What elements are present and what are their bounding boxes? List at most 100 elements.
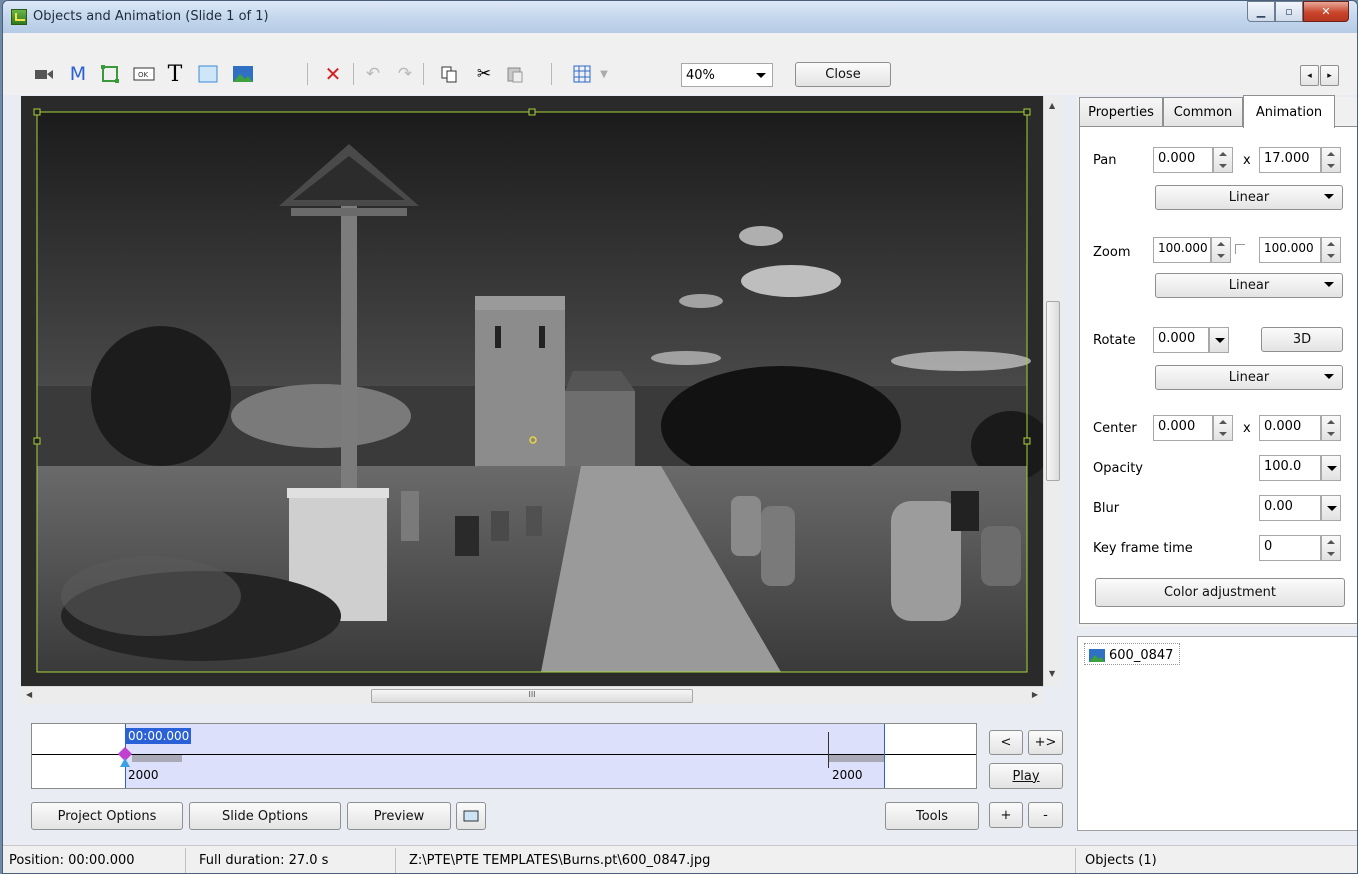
panel-left-button[interactable]: ◂ (1300, 65, 1319, 86)
grid-dropdown-icon[interactable]: ▼ (597, 62, 611, 86)
center-label: Center (1093, 421, 1137, 436)
status-position: Position: 00:00.000 (9, 853, 135, 868)
current-time: 00:00.000 (126, 728, 192, 744)
redo-icon[interactable]: ↷ (393, 62, 417, 86)
panel-right-button[interactable]: ▸ (1320, 65, 1339, 86)
timeline[interactable]: 00:00.000 2000 2000 (31, 723, 977, 789)
button-icon[interactable]: OK (131, 62, 157, 86)
title-bar[interactable]: Objects and Animation (Slide 1 of 1) ▁ ▫… (3, 1, 1357, 33)
vertical-scrollbar[interactable]: ▲ ▼ (1043, 96, 1061, 686)
prev-keyframe-button[interactable]: < (989, 730, 1023, 755)
rotate-interpolation-select[interactable]: Linear (1155, 365, 1343, 390)
zoom-x-spinner[interactable] (1211, 237, 1231, 263)
play-button[interactable]: Play (989, 763, 1063, 789)
cut-icon[interactable]: ✂ (473, 62, 495, 86)
pan-x-spinner[interactable] (1213, 147, 1233, 173)
color-adjustment-button[interactable]: Color adjustment (1095, 578, 1345, 607)
tab-animation[interactable]: Animation (1243, 95, 1335, 128)
pan-mode-value: Linear (1228, 190, 1270, 205)
slide-options-button[interactable]: Slide Options (189, 802, 341, 830)
chevron-down-icon (1324, 194, 1334, 199)
zoom-link-checkbox[interactable] (1235, 244, 1245, 254)
minimize-button[interactable]: ▁ (1247, 1, 1275, 22)
project-options-button[interactable]: Project Options (31, 802, 183, 830)
close-icon: ✕ (1321, 5, 1331, 18)
keyframe-time-input[interactable]: 0 (1259, 535, 1321, 561)
pan-interpolation-select[interactable]: Linear (1155, 185, 1343, 210)
rotate-label: Rotate (1093, 333, 1136, 348)
rotate-mode-value: Linear (1228, 370, 1270, 385)
tools-button[interactable]: Tools (885, 802, 979, 830)
scroll-left-icon[interactable]: ◀ (26, 690, 32, 699)
app-window: Objects and Animation (Slide 1 of 1) ▁ ▫… (2, 0, 1358, 874)
copy-icon[interactable] (437, 62, 461, 86)
timeline-end-marker (884, 724, 885, 788)
zoom-y-input[interactable]: 100.000 (1259, 237, 1321, 263)
delete-icon[interactable]: ✕ (321, 62, 345, 86)
mask-icon[interactable]: M (67, 62, 89, 86)
image-icon (1089, 648, 1105, 662)
grid-icon[interactable] (569, 62, 595, 86)
tab-common[interactable]: Common (1163, 97, 1243, 127)
vertical-scroll-thumb[interactable] (1046, 301, 1060, 481)
zoom-select[interactable]: 40% (681, 63, 773, 87)
opacity-dropdown[interactable] (1321, 455, 1341, 481)
center-x-spinner[interactable] (1213, 415, 1233, 441)
center-y-input[interactable]: 0.000 (1259, 415, 1321, 441)
slide-canvas[interactable] (21, 96, 1043, 686)
object-label: 600_0847 (1109, 647, 1174, 663)
pan-x-separator: x (1243, 153, 1251, 168)
frame-icon[interactable] (97, 62, 123, 86)
horizontal-scroll-thumb[interactable]: III (371, 689, 693, 703)
minimize-icon: ▁ (1256, 5, 1266, 18)
playhead-icon[interactable] (120, 758, 130, 767)
rectangle-icon[interactable] (195, 62, 221, 86)
chevron-down-icon (1324, 374, 1334, 379)
preview-button[interactable]: Preview (347, 802, 451, 830)
paste-icon[interactable] (503, 62, 527, 86)
maximize-button[interactable]: ▫ (1275, 1, 1303, 22)
next-keyframe-button[interactable]: +> (1028, 730, 1063, 755)
blur-input[interactable]: 0.00 (1259, 495, 1321, 521)
keyframe-time-spinner[interactable] (1321, 535, 1341, 561)
text-icon[interactable]: T (163, 62, 187, 87)
undo-icon[interactable]: ↶ (361, 62, 385, 86)
scroll-down-icon[interactable]: ▼ (1049, 669, 1055, 678)
pan-x-input[interactable]: 0.000 (1153, 147, 1213, 173)
zoom-x-input[interactable]: 100.000 (1153, 237, 1211, 263)
objects-list[interactable]: 600_0847 (1077, 636, 1357, 831)
fullscreen-preview-button[interactable] (456, 802, 486, 830)
scroll-up-icon[interactable]: ▲ (1049, 101, 1055, 110)
rotate-input[interactable]: 0.000 (1153, 327, 1209, 353)
remove-keyframe-button[interactable]: - (1028, 802, 1063, 828)
list-item[interactable]: 600_0847 (1084, 643, 1181, 665)
center-y-spinner[interactable] (1321, 415, 1341, 441)
zoom-y-spinner[interactable] (1321, 237, 1341, 263)
pan-y-input[interactable]: 17.000 (1259, 147, 1321, 173)
blur-dropdown[interactable] (1321, 495, 1341, 521)
timeline-end-value: 2000 (832, 768, 863, 782)
zoom-interpolation-select[interactable]: Linear (1155, 273, 1343, 298)
opacity-input[interactable]: 100.0 (1259, 455, 1321, 481)
chevron-down-icon (756, 73, 766, 78)
pan-y-spinner[interactable] (1321, 147, 1341, 173)
camera-icon[interactable] (31, 62, 57, 86)
close-window-button[interactable]: ✕ (1303, 1, 1349, 22)
center-x-input[interactable]: 0.000 (1153, 415, 1213, 441)
zoom-mode-value: Linear (1228, 278, 1270, 293)
horizontal-scrollbar[interactable]: ◀ III ▶ (21, 686, 1043, 704)
tab-properties[interactable]: Properties (1079, 97, 1163, 127)
center-x-separator: x (1243, 421, 1251, 436)
slide-photo (33, 108, 1043, 673)
image-icon[interactable] (229, 62, 257, 86)
close-button[interactable]: Close (795, 62, 891, 87)
rotate-dropdown[interactable] (1209, 327, 1229, 353)
3d-button[interactable]: 3D (1261, 327, 1343, 352)
transition-bar-start (132, 755, 182, 762)
opacity-label: Opacity (1093, 461, 1144, 476)
keyframe-marker[interactable] (828, 732, 829, 768)
scroll-right-icon[interactable]: ▶ (1032, 690, 1038, 699)
pan-label: Pan (1093, 153, 1117, 168)
screen-icon (463, 810, 479, 822)
add-keyframe-button[interactable]: + (989, 802, 1023, 828)
